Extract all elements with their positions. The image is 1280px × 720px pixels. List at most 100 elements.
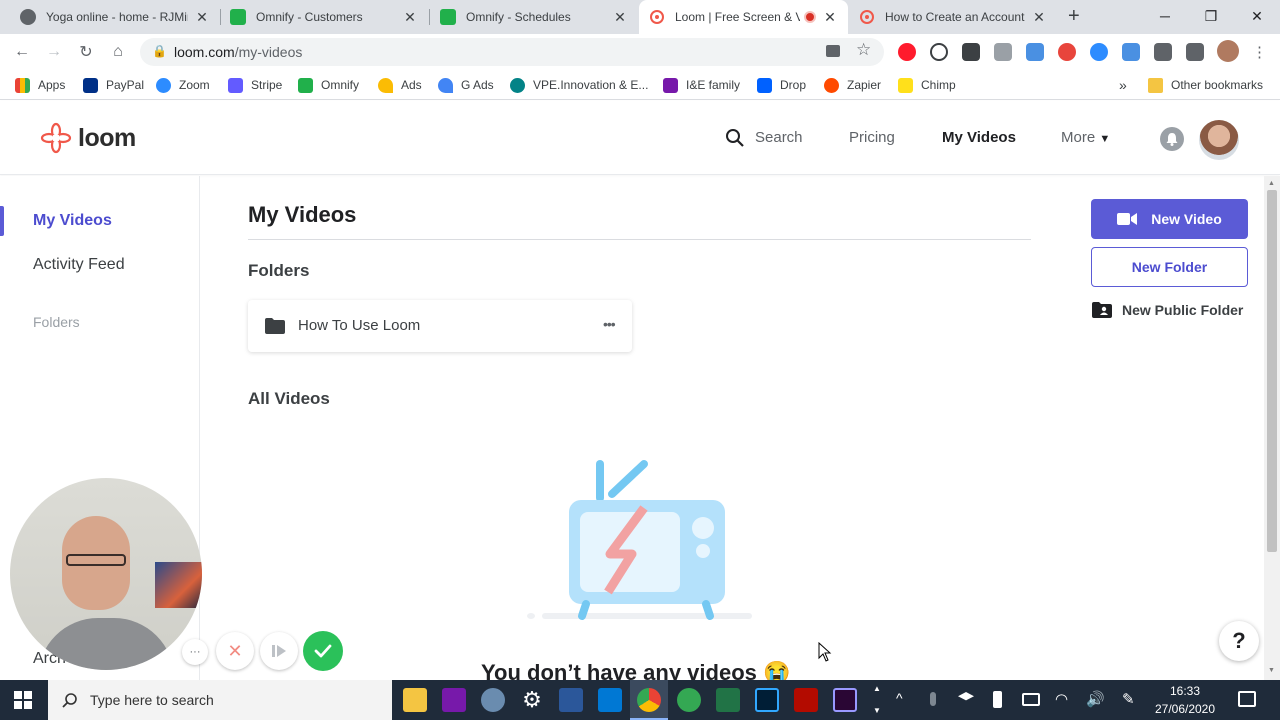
other-bookmarks-folder[interactable]: Other bookmarks (1148, 76, 1263, 94)
recorder-extension-icon[interactable] (1058, 43, 1076, 61)
loom-logo[interactable]: loom (40, 122, 136, 154)
minimize-button[interactable]: ─ (1142, 0, 1188, 32)
address-bar[interactable]: 🔒 loom.com/my-videos ☆ (140, 38, 884, 66)
chrome-menu-icon[interactable]: ⋮ (1252, 43, 1267, 61)
bookmark-vpe-innovation[interactable]: VPE.Innovation & E... (510, 76, 648, 94)
bookmark-zapier[interactable]: Zapier (824, 76, 881, 94)
cancel-recording-button[interactable]: ✕ (216, 632, 254, 670)
monitor-icon[interactable] (1022, 693, 1040, 706)
taskbar-search-box[interactable]: Type here to search (48, 680, 392, 720)
translate-extension-icon[interactable] (1122, 43, 1140, 61)
close-icon[interactable]: ✕ (612, 9, 628, 26)
bookmark-stripe[interactable]: Stripe (228, 76, 282, 94)
excel-icon[interactable] (716, 688, 740, 712)
close-icon[interactable]: ✕ (402, 9, 418, 26)
nav-search[interactable]: Search (755, 129, 803, 146)
word-icon[interactable] (559, 688, 583, 712)
new-public-folder-button[interactable]: New Public Folder (1092, 302, 1243, 318)
forward-arrow-icon[interactable]: → (42, 40, 66, 64)
profile-avatar[interactable] (1217, 40, 1239, 62)
snipping-tool-icon[interactable] (481, 688, 505, 712)
new-video-button[interactable]: New Video (1091, 199, 1248, 239)
settings-gear-icon[interactable]: ⚙ (520, 688, 544, 712)
bookmark-apps[interactable]: Apps (15, 76, 65, 94)
close-icon[interactable]: ✕ (1031, 9, 1047, 26)
home-icon[interactable]: ⌂ (106, 40, 130, 64)
new-tab-button[interactable]: + (1068, 5, 1080, 28)
nav-more[interactable]: More ▼ (1061, 129, 1110, 146)
user-avatar[interactable] (1199, 120, 1239, 160)
scroll-down-icon[interactable]: ▼ (873, 706, 881, 715)
microphone-icon[interactable] (930, 692, 936, 706)
search-icon[interactable] (725, 128, 745, 153)
scrollbar-thumb[interactable] (1267, 190, 1277, 552)
window-close-button[interactable]: ✕ (1234, 0, 1280, 32)
opera-extension-icon[interactable] (898, 43, 916, 61)
tab-how-to-create-account[interactable]: How to Create an Account ✕ (849, 0, 1057, 34)
file-explorer-icon[interactable] (403, 688, 427, 712)
outlook-icon[interactable] (598, 688, 622, 712)
camera-icon[interactable] (826, 45, 840, 57)
nav-my-videos[interactable]: My Videos (942, 129, 1016, 146)
bookmark-chimp[interactable]: Chimp (898, 76, 956, 94)
bookmarks-overflow-button[interactable]: » (1119, 76, 1127, 94)
bookmark-drop[interactable]: Drop (757, 76, 806, 94)
tab-yoga-online[interactable]: Yoga online - home - RJMin ✕ (10, 0, 220, 34)
close-icon[interactable]: ✕ (194, 9, 210, 26)
bookmark-ie-family[interactable]: I&E family (663, 76, 740, 94)
back-arrow-icon[interactable]: ← (10, 40, 34, 64)
globe-app-icon[interactable] (677, 688, 701, 712)
media-icon[interactable] (1186, 43, 1204, 61)
grid-extension-icon[interactable] (962, 43, 980, 61)
folder-card[interactable]: How To Use Loom ••• (248, 300, 632, 352)
bookmark-omnify[interactable]: Omnify (298, 76, 359, 94)
volume-icon[interactable]: 🔊 (1086, 690, 1105, 708)
bell-icon[interactable] (1160, 127, 1184, 151)
page-scrollbar[interactable]: ▲ ▼ (1264, 176, 1280, 680)
tab-loom[interactable]: Loom | Free Screen & V ✕ (639, 0, 848, 34)
taskbar-date[interactable]: 27/06/2020 (1150, 702, 1220, 716)
tray-expand-icon[interactable]: ^ (896, 690, 903, 706)
wifi-icon[interactable]: ◠ (1055, 690, 1068, 708)
scroll-up-icon[interactable]: ▲ (873, 684, 881, 693)
loom-logo-icon (40, 122, 72, 154)
dropbox-extension-icon[interactable] (994, 43, 1012, 61)
close-icon[interactable]: ✕ (822, 9, 838, 26)
nav-pricing[interactable]: Pricing (849, 129, 895, 146)
notifications-icon[interactable] (1238, 691, 1256, 707)
tab-omnify-schedules[interactable]: Omnify - Schedules ✕ (430, 0, 638, 34)
pause-recording-button[interactable] (260, 632, 298, 670)
webcam-bubble[interactable] (10, 478, 202, 670)
zoom-extension-icon[interactable] (1090, 43, 1108, 61)
windows-start-icon[interactable] (14, 691, 32, 714)
recorder-more-button[interactable]: ··· (182, 639, 208, 665)
taskbar-time[interactable]: 16:33 (1150, 684, 1220, 698)
dropbox-tray-icon[interactable] (958, 692, 974, 701)
bookmark-g-ads[interactable]: G Ads (438, 76, 494, 94)
info-extension-icon[interactable] (930, 43, 948, 61)
onenote-icon[interactable] (442, 688, 466, 712)
scroll-up-icon[interactable]: ▲ (1268, 180, 1275, 187)
help-button[interactable]: ? (1219, 621, 1259, 661)
new-folder-button[interactable]: New Folder (1091, 247, 1248, 287)
star-icon[interactable]: ☆ (856, 40, 871, 60)
finish-recording-button[interactable] (303, 631, 343, 671)
sidebar-item-my-videos[interactable]: My Videos (33, 212, 112, 230)
restore-button[interactable]: ❐ (1188, 0, 1234, 32)
tab-omnify-customers[interactable]: Omnify - Customers ✕ (220, 0, 428, 34)
reload-icon[interactable]: ↻ (74, 40, 98, 64)
puzzle-icon[interactable] (1154, 43, 1172, 61)
premiere-icon[interactable] (833, 688, 857, 712)
bookmark-ads[interactable]: Ads (378, 76, 422, 94)
sidebar-item-activity-feed[interactable]: Activity Feed (33, 256, 125, 274)
key-extension-icon[interactable] (1026, 43, 1044, 61)
chrome-icon[interactable] (637, 688, 661, 712)
photoshop-icon[interactable] (755, 688, 779, 712)
pen-icon[interactable]: ✎ (1122, 690, 1135, 708)
bookmark-zoom[interactable]: Zoom (156, 76, 210, 94)
more-horizontal-icon[interactable]: ••• (603, 316, 616, 332)
phone-icon[interactable] (993, 691, 1002, 708)
bookmark-paypal[interactable]: PayPal (83, 76, 144, 94)
scroll-down-icon[interactable]: ▼ (1268, 667, 1275, 674)
acrobat-icon[interactable] (794, 688, 818, 712)
